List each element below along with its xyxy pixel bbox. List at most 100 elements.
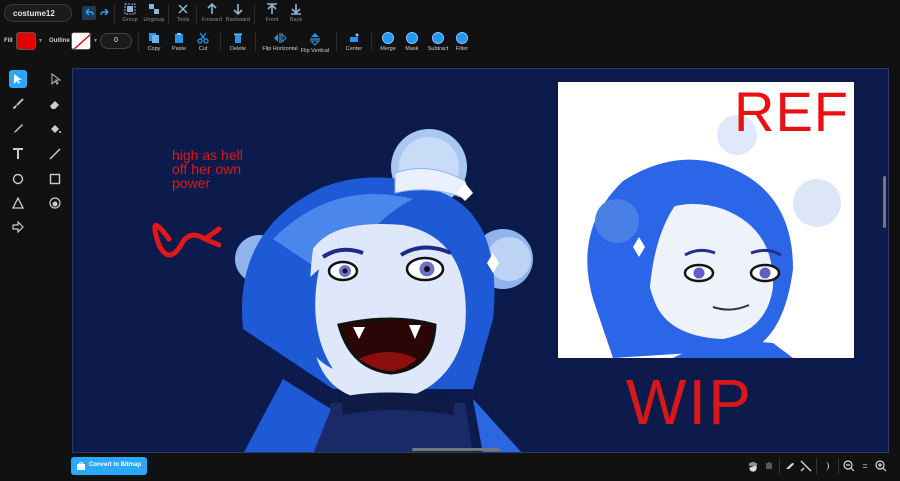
circle-tool[interactable]: [9, 170, 27, 188]
toolbar-divider: [138, 32, 139, 52]
magnet-icon: [786, 463, 794, 469]
send-back-icon: [291, 4, 301, 15]
sticker-tool[interactable]: [46, 194, 64, 212]
magnet-button[interactable]: [783, 459, 797, 473]
stroke-width-input[interactable]: 0: [100, 33, 132, 49]
zoom-out-button[interactable]: [842, 459, 856, 473]
bitmap-icon: [77, 462, 85, 470]
zoom-reset-button[interactable]: =: [858, 459, 872, 473]
eraser-tool[interactable]: [46, 95, 64, 113]
pen-tool[interactable]: [9, 120, 27, 138]
text-tool[interactable]: [9, 145, 27, 163]
fill-tool[interactable]: [46, 120, 64, 138]
line-tool[interactable]: [46, 145, 64, 163]
annotation-line: off her own: [172, 161, 242, 177]
backward-button[interactable]: Backward: [224, 3, 252, 23]
style-toolbar: Fill ▼ Outline ▼ 0 Copy Paste Cut Delete…: [0, 28, 900, 60]
mask-label: Mask: [405, 46, 419, 52]
chevron-down-icon[interactable]: ▼: [93, 38, 98, 44]
toolbar-divider: [336, 32, 337, 52]
delete-button[interactable]: Delete: [228, 32, 248, 52]
fill-label: Fill: [4, 38, 13, 44]
tools-icon: [178, 4, 188, 14]
flip-horizontal-icon: [274, 32, 287, 44]
undo-button[interactable]: [82, 6, 96, 20]
horizontal-scrollbar[interactable]: [412, 448, 500, 451]
center-button[interactable]: Center: [343, 32, 365, 52]
arrow-right-icon: [12, 221, 24, 233]
backward-label: Backward: [225, 17, 251, 23]
smiley-icon: [49, 197, 61, 209]
convert-to-bitmap-button[interactable]: Convert to Bitmap: [71, 457, 147, 475]
toolbar-divider: [371, 32, 372, 52]
merge-label: Merge: [380, 46, 396, 52]
delete-label: Delete: [230, 46, 246, 52]
forward-label: Forward: [201, 17, 223, 23]
ungroup-label: Ungroup: [143, 17, 165, 23]
cut-button[interactable]: Cut: [195, 32, 211, 52]
mask-button[interactable]: Mask: [403, 32, 421, 52]
snap-icon: [800, 460, 812, 472]
trash-icon: [234, 33, 242, 43]
arrow-down-icon: [233, 4, 243, 15]
toolbar-divider: [255, 32, 256, 52]
paste-button[interactable]: Paste: [168, 32, 190, 52]
brush-tool[interactable]: [9, 95, 27, 113]
merge-icon: [382, 32, 394, 44]
toolbar-divider: [196, 4, 197, 24]
back-button[interactable]: Back: [282, 3, 310, 23]
eraser-icon: [50, 101, 59, 109]
subtract-button[interactable]: Subtract: [426, 32, 450, 52]
ungroup-icon: [149, 4, 159, 14]
no-color-icon: [73, 33, 90, 49]
forward-button[interactable]: Forward: [198, 3, 226, 23]
toolbar-divider: [220, 32, 221, 52]
outline-label: Outline: [49, 38, 70, 44]
dark-mode-button[interactable]: [820, 459, 834, 473]
costume-name-input[interactable]: costume12: [4, 4, 72, 22]
circle-icon: [12, 173, 24, 185]
snap-lines-button[interactable]: [799, 459, 813, 473]
brush-icon: [13, 98, 24, 109]
zoom-in-icon: [875, 460, 887, 472]
paste-label: Paste: [171, 46, 187, 52]
arrow-shape-tool[interactable]: [9, 218, 27, 236]
select-tool[interactable]: [9, 70, 27, 88]
rectangle-tool[interactable]: [46, 170, 64, 188]
filter-label: Filter: [455, 46, 469, 52]
outline-color-swatch[interactable]: [71, 32, 91, 50]
pen-icon: [14, 124, 23, 133]
redo-button[interactable]: [98, 6, 112, 20]
subtract-icon: [432, 32, 444, 44]
copy-button[interactable]: Copy: [145, 32, 163, 52]
triangle-tool[interactable]: [9, 194, 27, 212]
flip-horizontal-label: Flip Horizontal: [262, 46, 298, 52]
toolbar-divider: [779, 458, 780, 474]
moon-icon: [826, 461, 829, 471]
grab-hand-button[interactable]: [762, 459, 776, 473]
mask-icon: [406, 32, 418, 44]
fill-color-swatch[interactable]: [16, 32, 36, 50]
flip-vertical-button[interactable]: Flip Vertical: [300, 32, 330, 54]
zoom-in-button[interactable]: [874, 459, 888, 473]
filter-button[interactable]: Filter: [453, 32, 471, 52]
convert-to-bitmap-label: Convert to Bitmap: [89, 462, 142, 468]
center-icon: [350, 33, 359, 42]
tools-button[interactable]: Tools: [169, 3, 197, 23]
back-label: Back: [289, 17, 303, 23]
pan-hand-button[interactable]: [746, 459, 760, 473]
cursor-arrow-icon: [14, 74, 22, 84]
chevron-down-icon[interactable]: ▼: [38, 38, 43, 44]
cut-label: Cut: [198, 46, 208, 52]
paste-icon: [175, 33, 183, 43]
ungroup-button[interactable]: Ungroup: [140, 3, 168, 23]
vertical-scrollbar[interactable]: [883, 176, 886, 228]
flip-vertical-label: Flip Vertical: [300, 48, 330, 54]
zoom-out-icon: [843, 460, 855, 472]
toolbar-divider: [254, 4, 255, 24]
flip-horizontal-button[interactable]: Flip Horizontal: [262, 32, 298, 52]
bring-front-icon: [267, 3, 277, 14]
toolbar-divider: [816, 458, 817, 474]
merge-button[interactable]: Merge: [378, 32, 398, 52]
reshape-tool[interactable]: [46, 70, 64, 88]
